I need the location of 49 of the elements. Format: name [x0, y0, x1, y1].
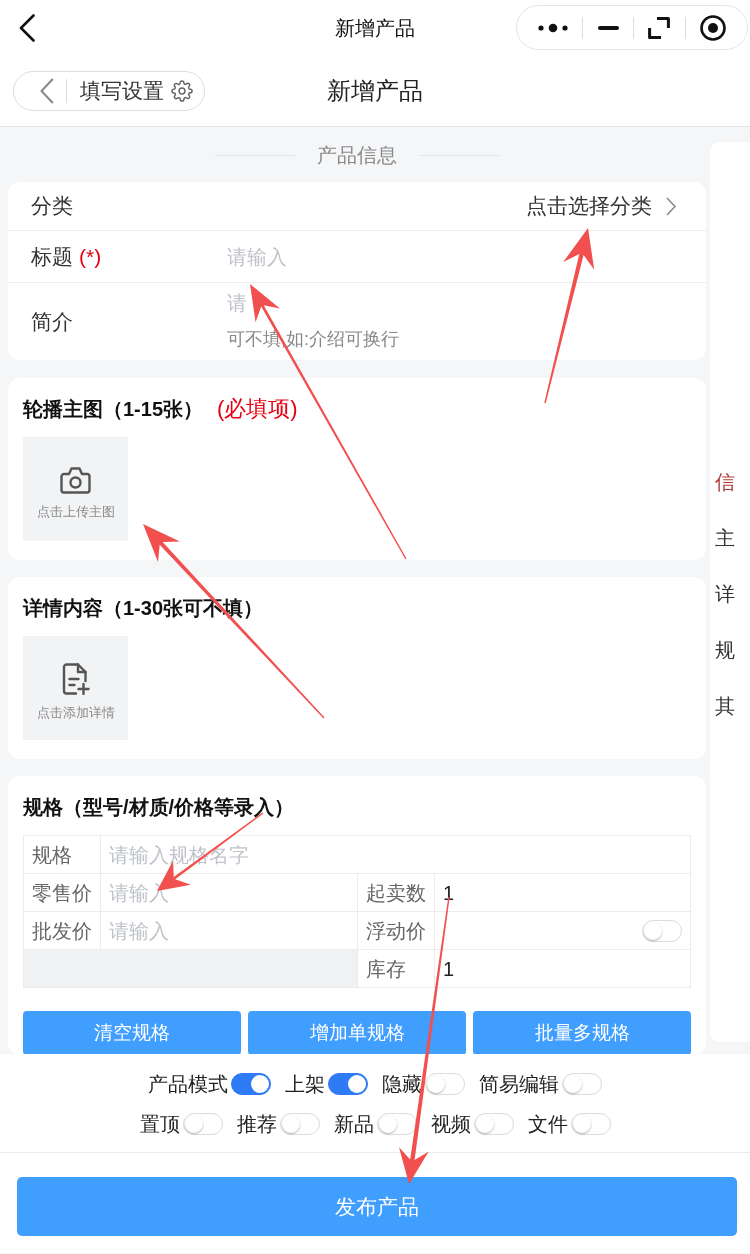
toggle-label: 文件	[527, 1112, 568, 1136]
toggle-label: 产品模式	[148, 1072, 228, 1096]
required-mark: (*)	[79, 243, 102, 270]
page-title: 新增产品	[335, 15, 415, 41]
target-icon[interactable]	[699, 14, 726, 41]
field-label: 起卖数	[366, 880, 426, 906]
hint-text: 可不填,如:介绍可换行	[227, 328, 400, 351]
toggle-switch[interactable]	[231, 1073, 271, 1095]
side-nav-item[interactable]: 详	[715, 580, 735, 608]
side-nav-item[interactable]: 其	[715, 692, 735, 720]
field-label: 库存	[366, 956, 406, 982]
field-label: 零售价	[32, 880, 92, 906]
minimize-icon[interactable]	[597, 25, 619, 30]
section-title: 产品信息	[317, 143, 397, 168]
side-nav-item[interactable]: 规	[715, 636, 735, 664]
page-title: 新增产品	[327, 75, 423, 106]
text-input[interactable]: 1	[443, 954, 682, 983]
category-selector[interactable]: 点击选择分类	[526, 192, 676, 220]
field-label: 标题	[31, 243, 73, 270]
required-note: (必填项)	[217, 396, 298, 422]
document-plus-icon	[61, 663, 90, 696]
toggle-label: 推荐	[236, 1112, 277, 1136]
textarea-input[interactable]: 请	[227, 289, 676, 319]
text-input[interactable]: 请输入	[227, 242, 676, 271]
section-heading: 轮播主图（1-15张）	[23, 397, 204, 422]
toggle-switch[interactable]	[328, 1073, 368, 1095]
section-heading: 规格（型号/材质/价格等录入）	[23, 795, 295, 820]
toggle-label: 视频	[430, 1112, 471, 1136]
side-nav-item[interactable]: 信	[715, 468, 735, 496]
field-label: 规格	[32, 842, 72, 868]
camera-icon	[60, 466, 91, 494]
field-label: 简介	[31, 308, 73, 335]
back-icon[interactable]	[18, 13, 36, 42]
side-nav-item[interactable]: 主	[715, 524, 735, 552]
field-label: 浮动价	[366, 918, 426, 944]
field-label: 分类	[31, 193, 73, 219]
corner-brackets-icon[interactable]	[648, 16, 671, 39]
chevron-right-icon	[666, 196, 676, 216]
more-icon[interactable]	[538, 22, 569, 33]
gear-icon	[171, 79, 193, 102]
text-input[interactable]: 1	[443, 878, 682, 907]
field-label: 批发价	[32, 918, 92, 944]
toggle-label: 隐藏	[382, 1072, 422, 1096]
toggle-label: 新品	[333, 1112, 374, 1136]
toggle-label: 简易编辑	[479, 1072, 559, 1096]
text-input[interactable]: 请输入	[109, 916, 349, 945]
toggle-label: 置顶	[139, 1112, 180, 1136]
toggle-label: 上架	[285, 1072, 325, 1096]
settings-button[interactable]: 填写设置	[80, 76, 193, 105]
